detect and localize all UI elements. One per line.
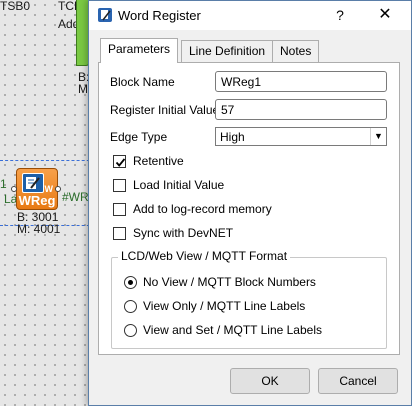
output-pin[interactable]: [55, 186, 61, 192]
tab-parameters[interactable]: Parameters: [100, 38, 179, 63]
log-record-label: Add to log-record memory: [133, 202, 272, 216]
radio-view-only[interactable]: [124, 300, 137, 313]
edge-type-label: Edge Type: [110, 130, 168, 144]
register-initial-value-input[interactable]: [215, 99, 387, 120]
dialog-titlebar[interactable]: Word Register ? ✕: [89, 1, 411, 30]
chevron-down-icon: ▼: [370, 128, 386, 145]
register-initial-value-label: Register Initial Value: [110, 103, 220, 117]
input-pin[interactable]: [11, 186, 17, 192]
edge-type-select[interactable]: High ▼: [215, 127, 387, 146]
radio-view-and-set[interactable]: [124, 324, 137, 337]
radio-no-view-label: No View / MQTT Block Numbers: [143, 275, 316, 289]
help-button[interactable]: ?: [330, 5, 350, 25]
cancel-button[interactable]: Cancel: [318, 368, 398, 394]
sync-devnet-checkbox[interactable]: [113, 227, 126, 240]
block-name-label: Block Name: [110, 75, 175, 89]
tab-notes[interactable]: Notes: [272, 40, 320, 62]
radio-no-view[interactable]: [124, 276, 137, 289]
close-button[interactable]: ✕: [372, 4, 398, 26]
checkmark-icon: [115, 158, 126, 167]
word-register-dialog: Word Register ? ✕ Parameters Line Defini…: [88, 0, 412, 406]
dialog-title: Word Register: [118, 8, 201, 23]
notepad-icon: [22, 173, 44, 193]
canvas-label-tsb0: TSB0: [0, 0, 31, 13]
wreg-block[interactable]: W WReg: [16, 168, 58, 210]
load-initial-value-label: Load Initial Value: [133, 178, 225, 192]
tab-line-definition[interactable]: Line Definition: [181, 40, 274, 62]
retentive-label: Retentive: [133, 154, 184, 168]
block-name-input[interactable]: [215, 71, 387, 92]
canvas-output-label: #WR: [62, 190, 89, 204]
block-memory-address: M: 4001: [17, 222, 61, 236]
load-initial-value-checkbox[interactable]: [113, 179, 126, 192]
ok-button[interactable]: OK: [230, 368, 310, 394]
radio-view-and-set-label: View and Set / MQTT Line Labels: [143, 323, 322, 337]
radio-selected-dot: [128, 280, 133, 285]
radio-view-only-label: View Only / MQTT Line Labels: [143, 299, 306, 313]
edge-type-value: High: [220, 130, 245, 144]
wreg-block-label: WReg: [18, 193, 56, 208]
canvas-wire-label-1: 1: [0, 177, 7, 191]
retentive-checkbox[interactable]: [113, 155, 126, 168]
log-record-checkbox[interactable]: [113, 203, 126, 216]
sync-devnet-label: Sync with DevNET: [133, 226, 234, 240]
app-icon: [98, 8, 112, 22]
format-group-title: LCD/Web View / MQTT Format: [118, 249, 291, 263]
